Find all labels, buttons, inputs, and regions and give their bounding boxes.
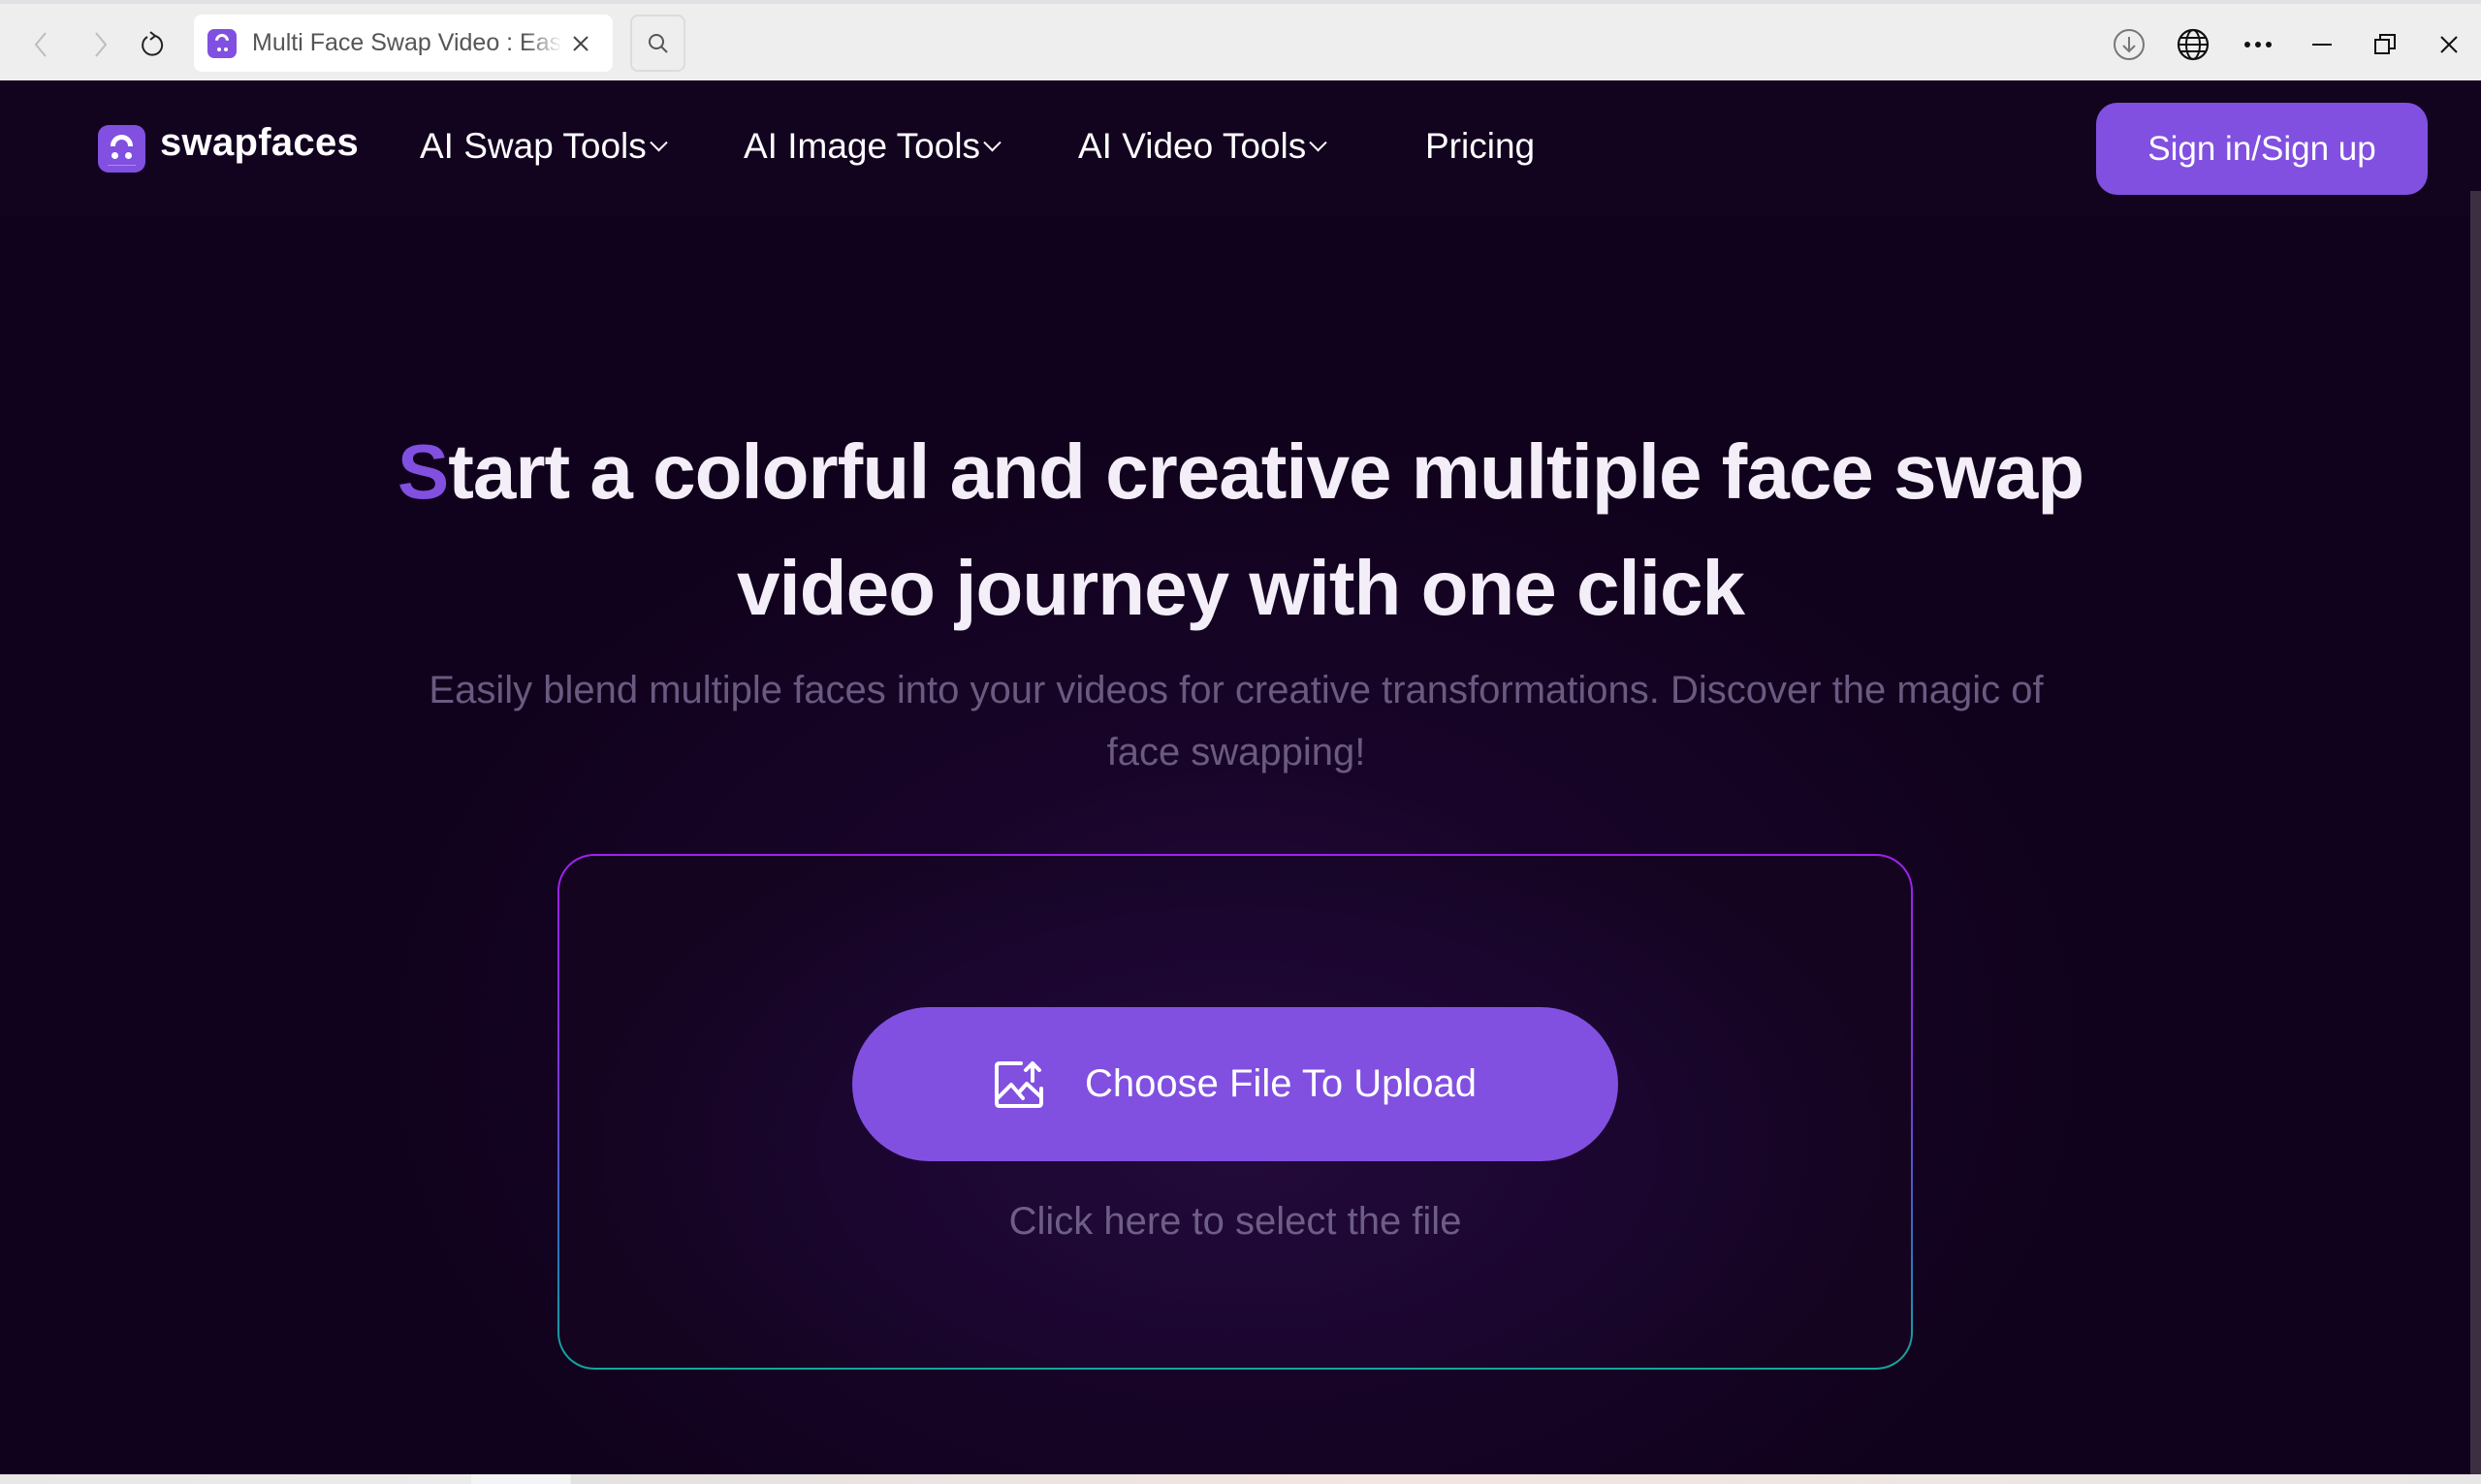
tab-close-button[interactable] xyxy=(572,27,589,59)
upload-dropzone-inner: Choose File To Upload Click here to sele… xyxy=(559,856,1911,1368)
translate-button[interactable] xyxy=(2174,25,2212,64)
nav-item-label: AI Swap Tools xyxy=(420,126,647,166)
site-header: swapfaces AI Swap Tools AI Image Tools A… xyxy=(0,80,2481,216)
back-button[interactable] xyxy=(21,25,60,64)
tab-title: Multi Face Swap Video : Easily Swap Mult… xyxy=(252,29,562,56)
nav-item-label: AI Image Tools xyxy=(744,126,981,166)
choose-file-button[interactable]: Choose File To Upload xyxy=(852,1007,1618,1161)
restore-button[interactable] xyxy=(2366,25,2404,64)
nav-item-label: Pricing xyxy=(1425,126,1536,166)
search-icon xyxy=(648,33,668,53)
restore-icon xyxy=(2374,34,2396,54)
swapfaces-logo-icon[interactable] xyxy=(98,125,145,173)
hero-subtitle-line-2: face swapping! xyxy=(1106,731,1366,774)
nav-item-label: AI Video Tools xyxy=(1078,126,1307,166)
choose-file-label: Choose File To Upload xyxy=(1085,1062,1477,1105)
browser-search-button[interactable] xyxy=(630,15,685,72)
download-icon xyxy=(2114,29,2145,60)
nav-ai-video-tools[interactable]: AI Video Tools xyxy=(1078,126,1327,167)
downloads-button[interactable] xyxy=(2110,25,2148,64)
bottom-edge xyxy=(0,1474,2481,1484)
hero-subtitle-line-1: Easily blend multiple faces into your vi… xyxy=(429,669,2044,711)
headline-text: tart a colorful and creative multiple fa… xyxy=(448,428,2084,515)
swapfaces-favicon-icon xyxy=(207,28,237,58)
chevron-left-icon xyxy=(34,32,47,57)
nav-pricing[interactable]: Pricing xyxy=(1425,126,1535,167)
nav-ai-image-tools[interactable]: AI Image Tools xyxy=(744,126,1002,167)
upload-helper-text[interactable]: Click here to select the file xyxy=(559,1200,1911,1244)
chevron-down-icon xyxy=(983,133,1002,151)
hero-headline-line-1: Start a colorful and creative multiple f… xyxy=(0,414,2481,530)
headline-accent-letter: S xyxy=(397,428,449,515)
image-upload-icon xyxy=(995,1060,1044,1108)
nav-ai-swap-tools[interactable]: AI Swap Tools xyxy=(420,126,668,167)
chevron-down-icon xyxy=(650,133,668,151)
reload-button[interactable] xyxy=(133,25,172,64)
close-icon xyxy=(573,36,588,51)
globe-icon xyxy=(2177,28,2210,61)
browser-tab[interactable]: Multi Face Swap Video : Easily Swap Mult… xyxy=(194,15,613,72)
chevron-down-icon xyxy=(1309,133,1327,151)
chevron-right-icon xyxy=(95,32,108,57)
window-close-button[interactable] xyxy=(2430,25,2468,64)
minimize-icon xyxy=(2312,44,2332,46)
reload-icon xyxy=(142,31,164,56)
brand-name[interactable]: swapfaces xyxy=(160,121,359,165)
page-scrollbar[interactable] xyxy=(2470,191,2481,1474)
more-icon xyxy=(2244,42,2272,47)
upload-dropzone[interactable]: Choose File To Upload Click here to sele… xyxy=(557,854,1913,1370)
browser-chrome: Multi Face Swap Video : Easily Swap Mult… xyxy=(0,0,2481,80)
forward-button[interactable] xyxy=(81,25,120,64)
page: swapfaces AI Swap Tools AI Image Tools A… xyxy=(0,80,2481,1474)
more-button[interactable] xyxy=(2239,25,2277,64)
hero-headline-line-2: video journey with one click xyxy=(737,545,1745,631)
minimize-button[interactable] xyxy=(2303,25,2341,64)
close-icon xyxy=(2440,36,2458,53)
sign-in-button[interactable]: Sign in/Sign up xyxy=(2096,103,2428,195)
